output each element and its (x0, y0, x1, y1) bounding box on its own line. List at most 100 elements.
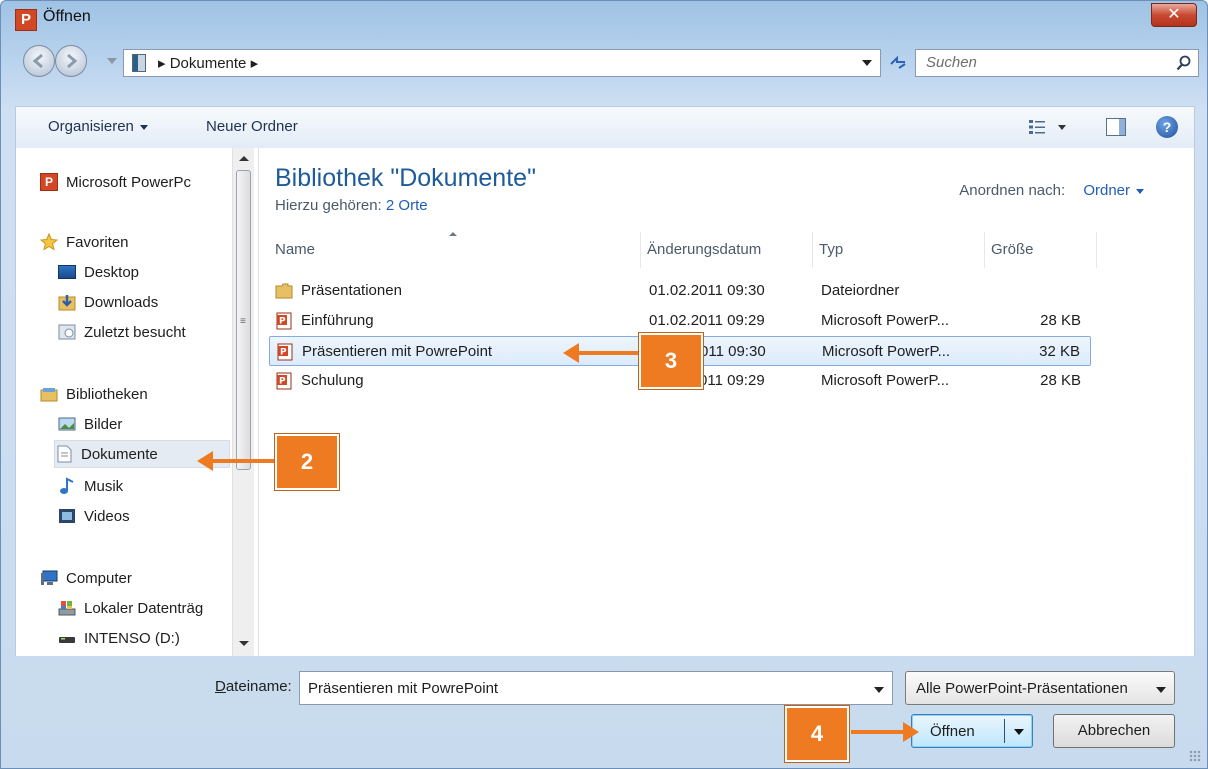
organize-label: Organisieren (48, 118, 134, 135)
chevron-down-icon[interactable] (874, 687, 884, 693)
nav-label: Bibliotheken (66, 385, 148, 403)
back-button[interactable] (23, 45, 55, 77)
nav-label: Zuletzt besucht (84, 323, 186, 341)
file-type: Microsoft PowerP... (821, 372, 950, 389)
nav-item-pictures[interactable]: Bilder (58, 410, 230, 438)
file-date: 01.02.2011 09:30 (649, 282, 765, 299)
nav-item-local-disk[interactable]: Lokaler Datenträg (58, 594, 230, 622)
includes-label: Hierzu gehören: (275, 197, 382, 214)
column-header-date[interactable]: Änderungsdatum (641, 232, 813, 268)
nav-scrollbar[interactable]: ≡ (232, 148, 254, 656)
music-icon (60, 477, 74, 494)
filename-input[interactable]: Präsentieren mit PowrePoint (299, 671, 893, 705)
cancel-button[interactable]: Abbrechen (1053, 714, 1175, 748)
command-bar: Organisieren Neuer Ordner ? (15, 106, 1195, 148)
view-dropdown-icon[interactable] (1058, 125, 1066, 130)
library-includes: Hierzu gehören: 2 Orte (275, 197, 428, 214)
nav-label: Desktop (84, 263, 140, 281)
svg-text:P: P (279, 377, 286, 387)
desktop-icon (58, 265, 76, 279)
column-header-name[interactable]: Name (269, 232, 641, 268)
nav-item-desktop[interactable]: Desktop (58, 258, 230, 286)
nav-label: INTENSO (D:) (84, 629, 180, 647)
back-arrow-icon (32, 53, 43, 69)
nav-label: Computer (66, 569, 132, 587)
arrange-dropdown[interactable]: Ordner (1083, 182, 1144, 199)
file-type: Dateiordner (821, 282, 900, 299)
new-folder-button[interactable]: Neuer Ordner (206, 118, 298, 135)
filename-label: Dateiname: (215, 678, 292, 695)
nav-item-powerpoint[interactable]: P Microsoft PowerPc (40, 168, 228, 196)
file-row[interactable]: P Einführung 01.02.2011 09:29 Microsoft … (269, 306, 1091, 336)
file-row[interactable]: Präsentationen 01.02.2011 09:30 Dateiord… (269, 276, 1091, 306)
nav-item-music[interactable]: Musik (58, 472, 230, 500)
open-button[interactable]: Öffnen (911, 714, 1033, 748)
column-header-type[interactable]: Typ (813, 232, 985, 268)
title-bar: P Öffnen ✕ (1, 1, 1207, 45)
file-type: Microsoft PowerP... (821, 312, 950, 329)
file-size: 28 KB (1040, 312, 1081, 329)
refresh-icon (890, 55, 906, 69)
nav-label: Lokaler Datenträg (84, 599, 204, 617)
organize-button[interactable]: Organisieren (48, 118, 148, 135)
recent-places-icon (58, 324, 76, 340)
chevron-down-icon (1156, 687, 1166, 693)
nav-item-documents[interactable]: Dokumente (54, 440, 230, 468)
scroll-up-icon[interactable] (239, 156, 249, 161)
file-list-pane: Bibliothek "Dokumente" Hierzu gehören: 2… (259, 148, 1195, 656)
nav-item-downloads[interactable]: Downloads (58, 288, 230, 316)
window-title: Öffnen (43, 8, 91, 25)
nav-label: Dokumente (81, 445, 158, 463)
filename-accel: D (215, 678, 226, 695)
forward-arrow-icon (67, 53, 78, 69)
preview-pane-icon[interactable] (1106, 118, 1126, 136)
chevron-down-icon (1136, 188, 1144, 194)
includes-link[interactable]: 2 Orte (386, 197, 428, 214)
pptx-icon: P (276, 312, 292, 330)
nav-item-videos[interactable]: Videos (58, 502, 230, 530)
pptx-icon: P (277, 343, 293, 361)
filename-label-text: ateiname: (225, 678, 292, 695)
library-title: Bibliothek "Dokumente" (275, 164, 536, 192)
file-size: 28 KB (1040, 372, 1081, 389)
file-size: 32 KB (1039, 343, 1080, 360)
search-box[interactable]: Suchen (915, 49, 1199, 77)
recent-pages-dropdown[interactable] (107, 58, 117, 64)
view-options-icon[interactable] (1028, 118, 1046, 136)
arrange-value: Ordner (1083, 182, 1130, 199)
chevron-down-icon (139, 124, 148, 130)
scroll-grip-icon: ≡ (240, 316, 246, 327)
file-date: 01.02.2011 09:29 (649, 312, 765, 329)
nav-item-libraries[interactable]: Bibliotheken (40, 380, 228, 408)
file-name: Schulung (301, 372, 364, 389)
downloads-folder-icon (58, 295, 76, 311)
address-dropdown[interactable] (862, 60, 872, 66)
documents-icon (57, 445, 72, 463)
videos-icon (59, 509, 75, 523)
libraries-icon (40, 388, 58, 402)
help-icon[interactable]: ? (1156, 116, 1178, 138)
split-divider (1004, 719, 1005, 743)
nav-item-computer[interactable]: Computer (40, 564, 228, 592)
nav-item-intenso[interactable]: INTENSO (D:) (58, 624, 230, 652)
filetype-select[interactable]: Alle PowerPoint-Präsentationen (905, 671, 1175, 705)
nav-item-favorites[interactable]: Favoriten (40, 228, 228, 256)
refresh-button[interactable] (885, 49, 911, 77)
file-type: Microsoft PowerP... (822, 343, 951, 360)
open-options-dropdown[interactable] (1014, 729, 1024, 735)
column-header-size[interactable]: Größe (985, 232, 1097, 268)
address-bar[interactable]: ▸ Dokumente ▸ (123, 49, 881, 77)
svg-text:P: P (280, 348, 287, 358)
local-disk-icon (58, 601, 76, 616)
removable-drive-icon (59, 637, 75, 643)
resize-grip[interactable] (1189, 750, 1201, 762)
close-button[interactable]: ✕ (1151, 3, 1197, 27)
callout-step-3: 3 (639, 333, 703, 389)
forward-button[interactable] (55, 45, 87, 77)
search-input[interactable]: Suchen (926, 54, 977, 71)
nav-label: Downloads (84, 293, 159, 311)
computer-icon (41, 570, 58, 585)
scroll-down-icon[interactable] (239, 641, 249, 646)
nav-item-recent[interactable]: Zuletzt besucht (58, 318, 230, 346)
scrollbar-thumb[interactable]: ≡ (236, 170, 251, 470)
